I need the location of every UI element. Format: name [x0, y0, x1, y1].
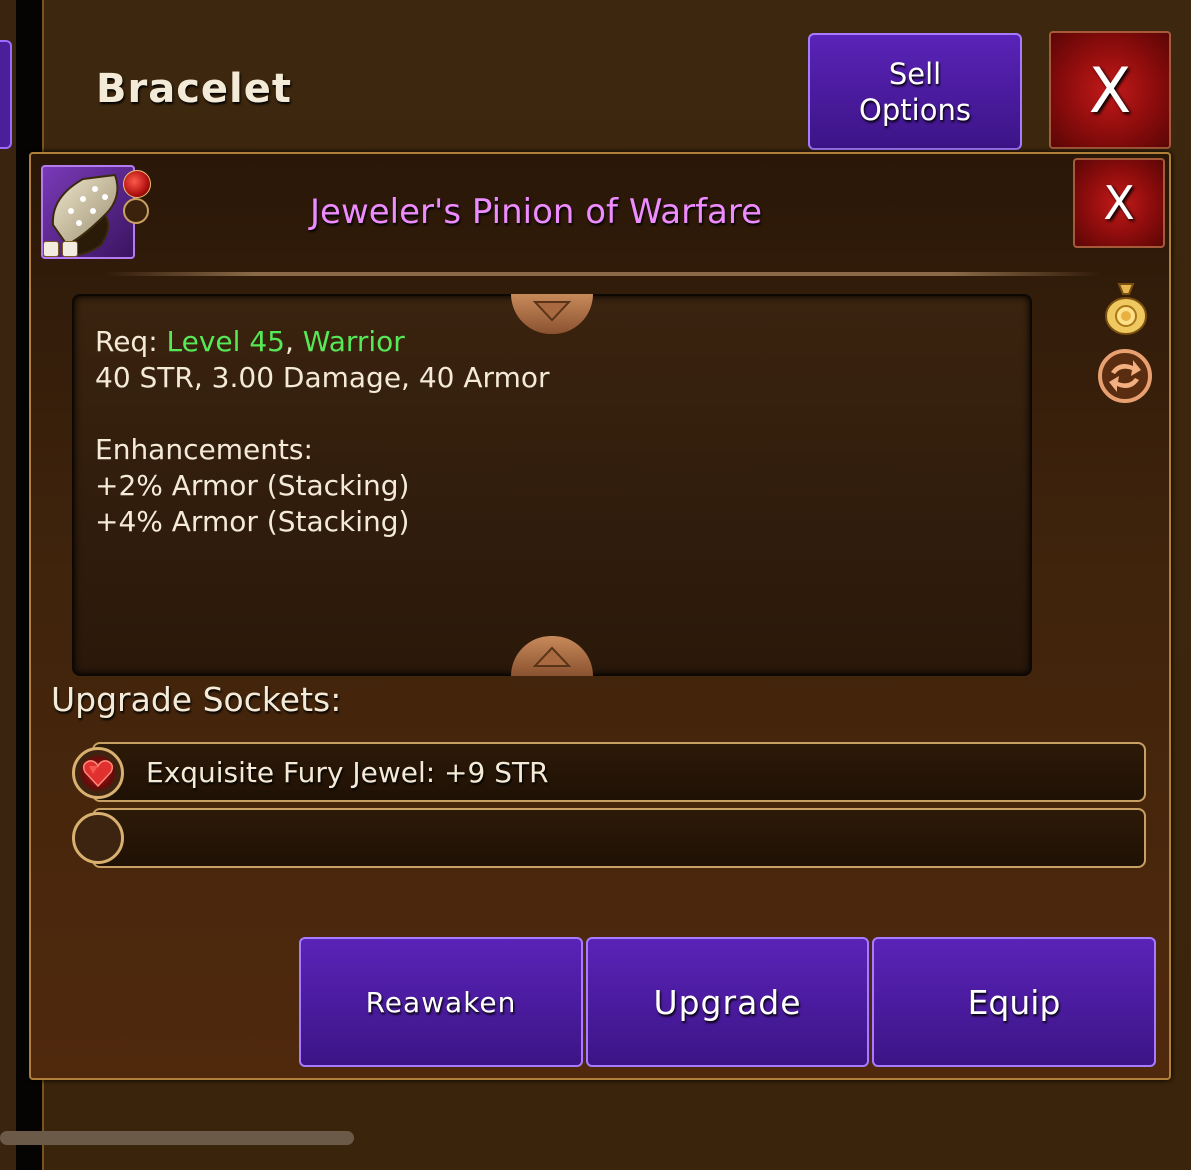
requirement-separator: ,	[284, 325, 303, 358]
sell-options-label-line2: Options	[859, 92, 971, 127]
scroll-down-button[interactable]	[511, 636, 593, 676]
upgrade-label: Upgrade	[653, 982, 802, 1022]
horizontal-scrollbar[interactable]	[0, 1131, 354, 1145]
enhancement-item: +2% Armor (Stacking)	[95, 469, 410, 502]
close-item-button[interactable]: X	[1073, 158, 1165, 248]
close-icon: X	[1088, 53, 1132, 127]
equip-label: Equip	[967, 982, 1061, 1022]
sell-options-label-line1: Sell	[888, 56, 942, 91]
reawaken-button[interactable]: Reawaken	[299, 937, 583, 1067]
red-gem-indicator-icon	[123, 170, 151, 198]
window-title: Bracelet	[96, 66, 293, 112]
swap-arrows-icon[interactable]	[1097, 348, 1153, 404]
upgrade-sockets-label: Upgrade Sockets:	[51, 680, 342, 719]
enhancements-label: Enhancements:	[95, 433, 313, 466]
side-tab[interactable]	[0, 40, 12, 149]
socket-jewel-label: Exquisite Fury Jewel: +9 STR	[146, 756, 549, 789]
empty-socket-icon[interactable]	[72, 812, 124, 864]
enhancement-item: +4% Armor (Stacking)	[95, 505, 410, 538]
left-edge-strip	[0, 0, 16, 1170]
slot-indicator-icon	[62, 241, 78, 257]
socket-row[interactable]	[92, 808, 1146, 868]
slot-indicator-icon	[43, 241, 59, 257]
close-icon: X	[1103, 176, 1135, 230]
sell-options-button[interactable]: Sell Options	[808, 33, 1022, 150]
red-heart-jewel-icon[interactable]	[72, 747, 124, 799]
item-description-text: Req: Level 45, Warrior 40 STR, 3.00 Dama…	[95, 324, 549, 540]
requirement-line: Req: Level 45, Warrior	[95, 324, 549, 360]
upgrade-button[interactable]: Upgrade	[586, 937, 869, 1067]
requirement-class: Warrior	[302, 325, 405, 358]
equip-button[interactable]: Equip	[872, 937, 1156, 1067]
empty-gem-indicator-icon	[123, 198, 149, 224]
requirement-level: Level 45	[166, 325, 285, 358]
header-divider	[105, 272, 1100, 276]
reawaken-label: Reawaken	[365, 985, 517, 1019]
item-stats: 40 STR, 3.00 Damage, 40 Armor	[95, 361, 550, 394]
coin-bag-icon[interactable]	[1103, 280, 1149, 336]
item-name: Jeweler's Pinion of Warfare	[310, 192, 763, 232]
close-window-button[interactable]: X	[1049, 31, 1171, 149]
requirement-prefix: Req:	[95, 325, 167, 358]
